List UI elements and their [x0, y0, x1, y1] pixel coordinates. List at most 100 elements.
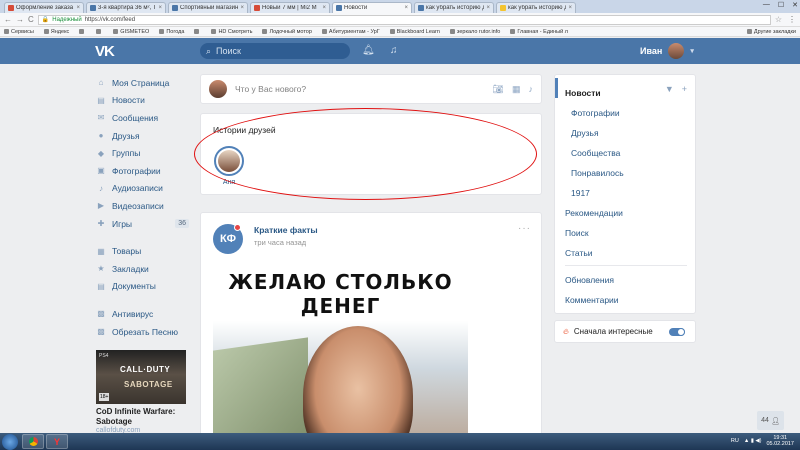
- story-avatar[interactable]: [214, 146, 244, 176]
- browser-tab[interactable]: Спортивный магазин ×: [168, 2, 248, 13]
- bookmark-star-icon[interactable]: ☆: [775, 15, 782, 24]
- story-name[interactable]: Аня: [214, 179, 244, 186]
- sidebar-item[interactable]: ⌂ Моя Страница: [96, 74, 191, 92]
- browser-tab[interactable]: как убрать историю дру×: [414, 2, 494, 13]
- sidebar-item[interactable]: ★ Закладки: [96, 260, 191, 278]
- menu-item[interactable]: Новости: [565, 88, 690, 98]
- bookmark-item[interactable]: Сервисы: [4, 29, 34, 35]
- post-time[interactable]: три часа назад: [254, 238, 306, 247]
- camera-icon[interactable]: 📷︎: [493, 84, 504, 95]
- forward-icon[interactable]: →: [16, 15, 24, 24]
- close-tab-icon[interactable]: ×: [240, 5, 244, 11]
- back-icon[interactable]: ←: [4, 15, 12, 24]
- menu-item[interactable]: Комментарии: [565, 295, 690, 305]
- menu-item[interactable]: Статьи: [565, 248, 690, 258]
- interesting-first-toggle[interactable]: 🔥︎ Сначала интересные: [554, 320, 696, 343]
- sidebar-ad[interactable]: PS4 CALL·DUTY SABOTAGE 18+ CoD Infinite …: [96, 350, 186, 434]
- menu-item[interactable]: Друзья: [571, 128, 696, 138]
- close-window-icon[interactable]: ✕: [792, 1, 798, 9]
- bookmark-item[interactable]: Главная - Единый л: [510, 29, 568, 35]
- browser-tab[interactable]: Новости ×: [332, 2, 412, 13]
- sidebar-item[interactable]: ▤ Документы: [96, 278, 191, 296]
- yandex-taskbar-icon[interactable]: Y: [46, 434, 68, 449]
- language-indicator[interactable]: RU: [731, 438, 739, 444]
- close-tab-icon[interactable]: ×: [568, 5, 572, 11]
- menu-item[interactable]: Сообщества: [571, 148, 696, 158]
- bookmark-item[interactable]: GISMETEO: [113, 29, 149, 35]
- clock[interactable]: 19:31 05.02.2017: [766, 435, 794, 447]
- post-image[interactable]: ЖЕЛАЮ СТОЛЬКО ДЕНЕГ: [213, 264, 468, 449]
- url-text[interactable]: https://vk.com/feed: [85, 17, 135, 23]
- close-tab-icon[interactable]: ×: [158, 5, 162, 11]
- video-icon[interactable]: ▦: [512, 84, 521, 95]
- chat-button[interactable]: 44 👤︎: [757, 411, 784, 430]
- bookmark-item[interactable]: [194, 29, 201, 34]
- start-button[interactable]: [2, 433, 18, 450]
- address-bar[interactable]: 🔒 Надежный https://vk.com/feed: [37, 14, 771, 25]
- sidebar-item[interactable]: ▣ Фотографии: [96, 162, 191, 180]
- close-tab-icon[interactable]: ×: [322, 5, 326, 11]
- sidebar-item[interactable]: ▶ Видеозаписи: [96, 197, 191, 215]
- menu-item[interactable]: Поиск: [565, 228, 690, 238]
- minimize-icon[interactable]: —: [763, 1, 770, 9]
- ad-title[interactable]: CoD Infinite Warfare: Sabotage: [96, 407, 186, 427]
- browser-tab[interactable]: 3-я квартира 36 м², Тб ×: [86, 2, 166, 13]
- browser-tab[interactable]: Новый 7 мм | Mi2 М ×: [250, 2, 330, 13]
- chrome-taskbar-icon[interactable]: [22, 434, 44, 449]
- lock-icon: 🔒: [41, 17, 50, 23]
- bookmark-item[interactable]: HD Смотреть: [211, 29, 252, 35]
- menu-item[interactable]: Обновления: [565, 275, 690, 285]
- sidebar-item[interactable]: ▦ Товары: [96, 242, 191, 260]
- bookmark-item[interactable]: [96, 29, 103, 34]
- close-tab-icon[interactable]: ×: [404, 5, 408, 11]
- left-sidebar: ⌂ Моя Страница ▤ Новости ✉ Сообщения ● Друзья ◆ Г…: [96, 74, 191, 350]
- close-tab-icon[interactable]: ×: [76, 5, 80, 11]
- bookmark-item[interactable]: Яндекс: [43, 29, 69, 35]
- toggle-switch[interactable]: [669, 328, 685, 336]
- music-icon[interactable]: ♪: [529, 84, 534, 95]
- sidebar-item[interactable]: ✉ Сообщения: [96, 109, 191, 127]
- window-controls: — ☐ ✕: [763, 1, 798, 9]
- ad-image[interactable]: PS4 CALL·DUTY SABOTAGE 18+: [96, 350, 186, 404]
- user-menu[interactable]: Иван ▾: [640, 43, 694, 59]
- bookmark-item[interactable]: Абитуриентам - УрГ: [321, 29, 380, 35]
- post-author[interactable]: Краткие факты: [254, 225, 318, 235]
- close-tab-icon[interactable]: ×: [486, 5, 490, 11]
- browser-menu-icon[interactable]: ⋮: [788, 15, 796, 24]
- story-item[interactable]: Аня: [214, 146, 244, 186]
- browser-tab[interactable]: как убрать историю дру×: [496, 2, 576, 13]
- new-post-box[interactable]: Что у Вас нового? 📷︎ ▦ ♪: [200, 74, 542, 104]
- bookmark-item[interactable]: зеркало rutor.info: [449, 29, 500, 35]
- menu-item[interactable]: Понравилось: [571, 168, 696, 178]
- bookmark-item[interactable]: Погода: [159, 29, 184, 35]
- bookmark-item[interactable]: [79, 29, 86, 34]
- sidebar-item[interactable]: ● Друзья: [96, 127, 191, 145]
- sidebar-item[interactable]: ◆ Группы: [96, 144, 191, 162]
- post-image-line1: ЖЕЛАЮ СТОЛЬКО: [228, 270, 453, 294]
- maximize-icon[interactable]: ☐: [778, 1, 784, 9]
- bell-icon[interactable]: 🔔︎: [362, 45, 375, 56]
- more-options-icon[interactable]: ···: [518, 223, 531, 234]
- music-icon[interactable]: ♫: [390, 45, 398, 56]
- post-input[interactable]: Что у Вас нового?: [235, 84, 485, 94]
- sidebar-item[interactable]: ✚ Игры 36: [96, 215, 191, 233]
- bookmark-item[interactable]: Лодочный мотор: [262, 29, 312, 35]
- sidebar-item[interactable]: ▩ Обрезать Песню: [96, 323, 191, 341]
- folder-icon: [746, 29, 752, 34]
- ad-age-rating: 18+: [99, 393, 110, 401]
- sidebar-item[interactable]: ▩ Антивирус: [96, 305, 191, 323]
- tray-icons[interactable]: ▲ ▮ ◀): [744, 438, 762, 444]
- reload-icon[interactable]: C: [28, 15, 34, 24]
- bookmark-item[interactable]: Blackboard Learn: [389, 29, 440, 35]
- vk-logo[interactable]: VK: [95, 43, 115, 60]
- search-input[interactable]: ⌕ Поиск: [200, 43, 350, 59]
- menu-item[interactable]: 1917: [571, 188, 696, 198]
- avatar: [668, 43, 685, 59]
- other-bookmarks[interactable]: Другие закладки: [746, 29, 796, 35]
- menu-item[interactable]: Рекомендации: [565, 208, 690, 218]
- browser-tab[interactable]: Оформление заказа - Я×: [4, 2, 84, 13]
- sidebar-item-label: Товары: [112, 246, 142, 257]
- sidebar-item[interactable]: ♪ Аудиозаписи: [96, 180, 191, 198]
- menu-item[interactable]: Фотографии: [571, 108, 696, 118]
- sidebar-item[interactable]: ▤ Новости: [96, 92, 191, 110]
